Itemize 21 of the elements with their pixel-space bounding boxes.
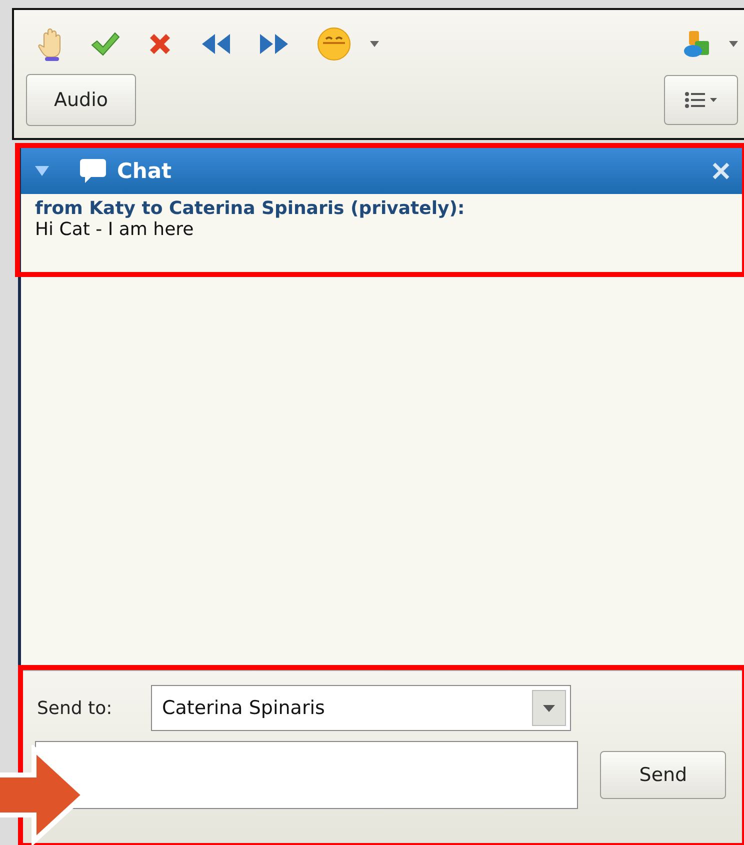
fast-forward-icon[interactable]	[258, 32, 290, 56]
smiley-icon[interactable]	[316, 26, 352, 62]
rewind-icon[interactable]	[200, 32, 232, 56]
list-menu-button[interactable]	[664, 75, 738, 125]
users-icon[interactable]	[683, 29, 711, 59]
message-text: Hi Cat - I am here	[35, 219, 195, 240]
send-button[interactable]: Send	[600, 751, 726, 799]
collapse-icon[interactable]	[35, 166, 49, 176]
message-input[interactable]	[35, 741, 578, 809]
audio-button[interactable]: Audio	[26, 74, 136, 126]
list-icon	[683, 90, 719, 110]
dropdown-arrow-icon[interactable]	[543, 704, 555, 712]
check-icon[interactable]	[90, 31, 120, 57]
caret-icon[interactable]	[370, 41, 379, 47]
chat-title: Chat	[117, 159, 172, 183]
close-icon[interactable]	[712, 162, 730, 180]
recipient-dropdown[interactable]: Caterina Spinaris	[151, 685, 571, 731]
speech-bubble-icon	[79, 158, 107, 184]
message-sender: from Katy to Caterina Spinaris (privately):	[35, 198, 466, 219]
send-to-label: Send to:	[37, 698, 114, 718]
caret-icon[interactable]	[729, 41, 738, 47]
